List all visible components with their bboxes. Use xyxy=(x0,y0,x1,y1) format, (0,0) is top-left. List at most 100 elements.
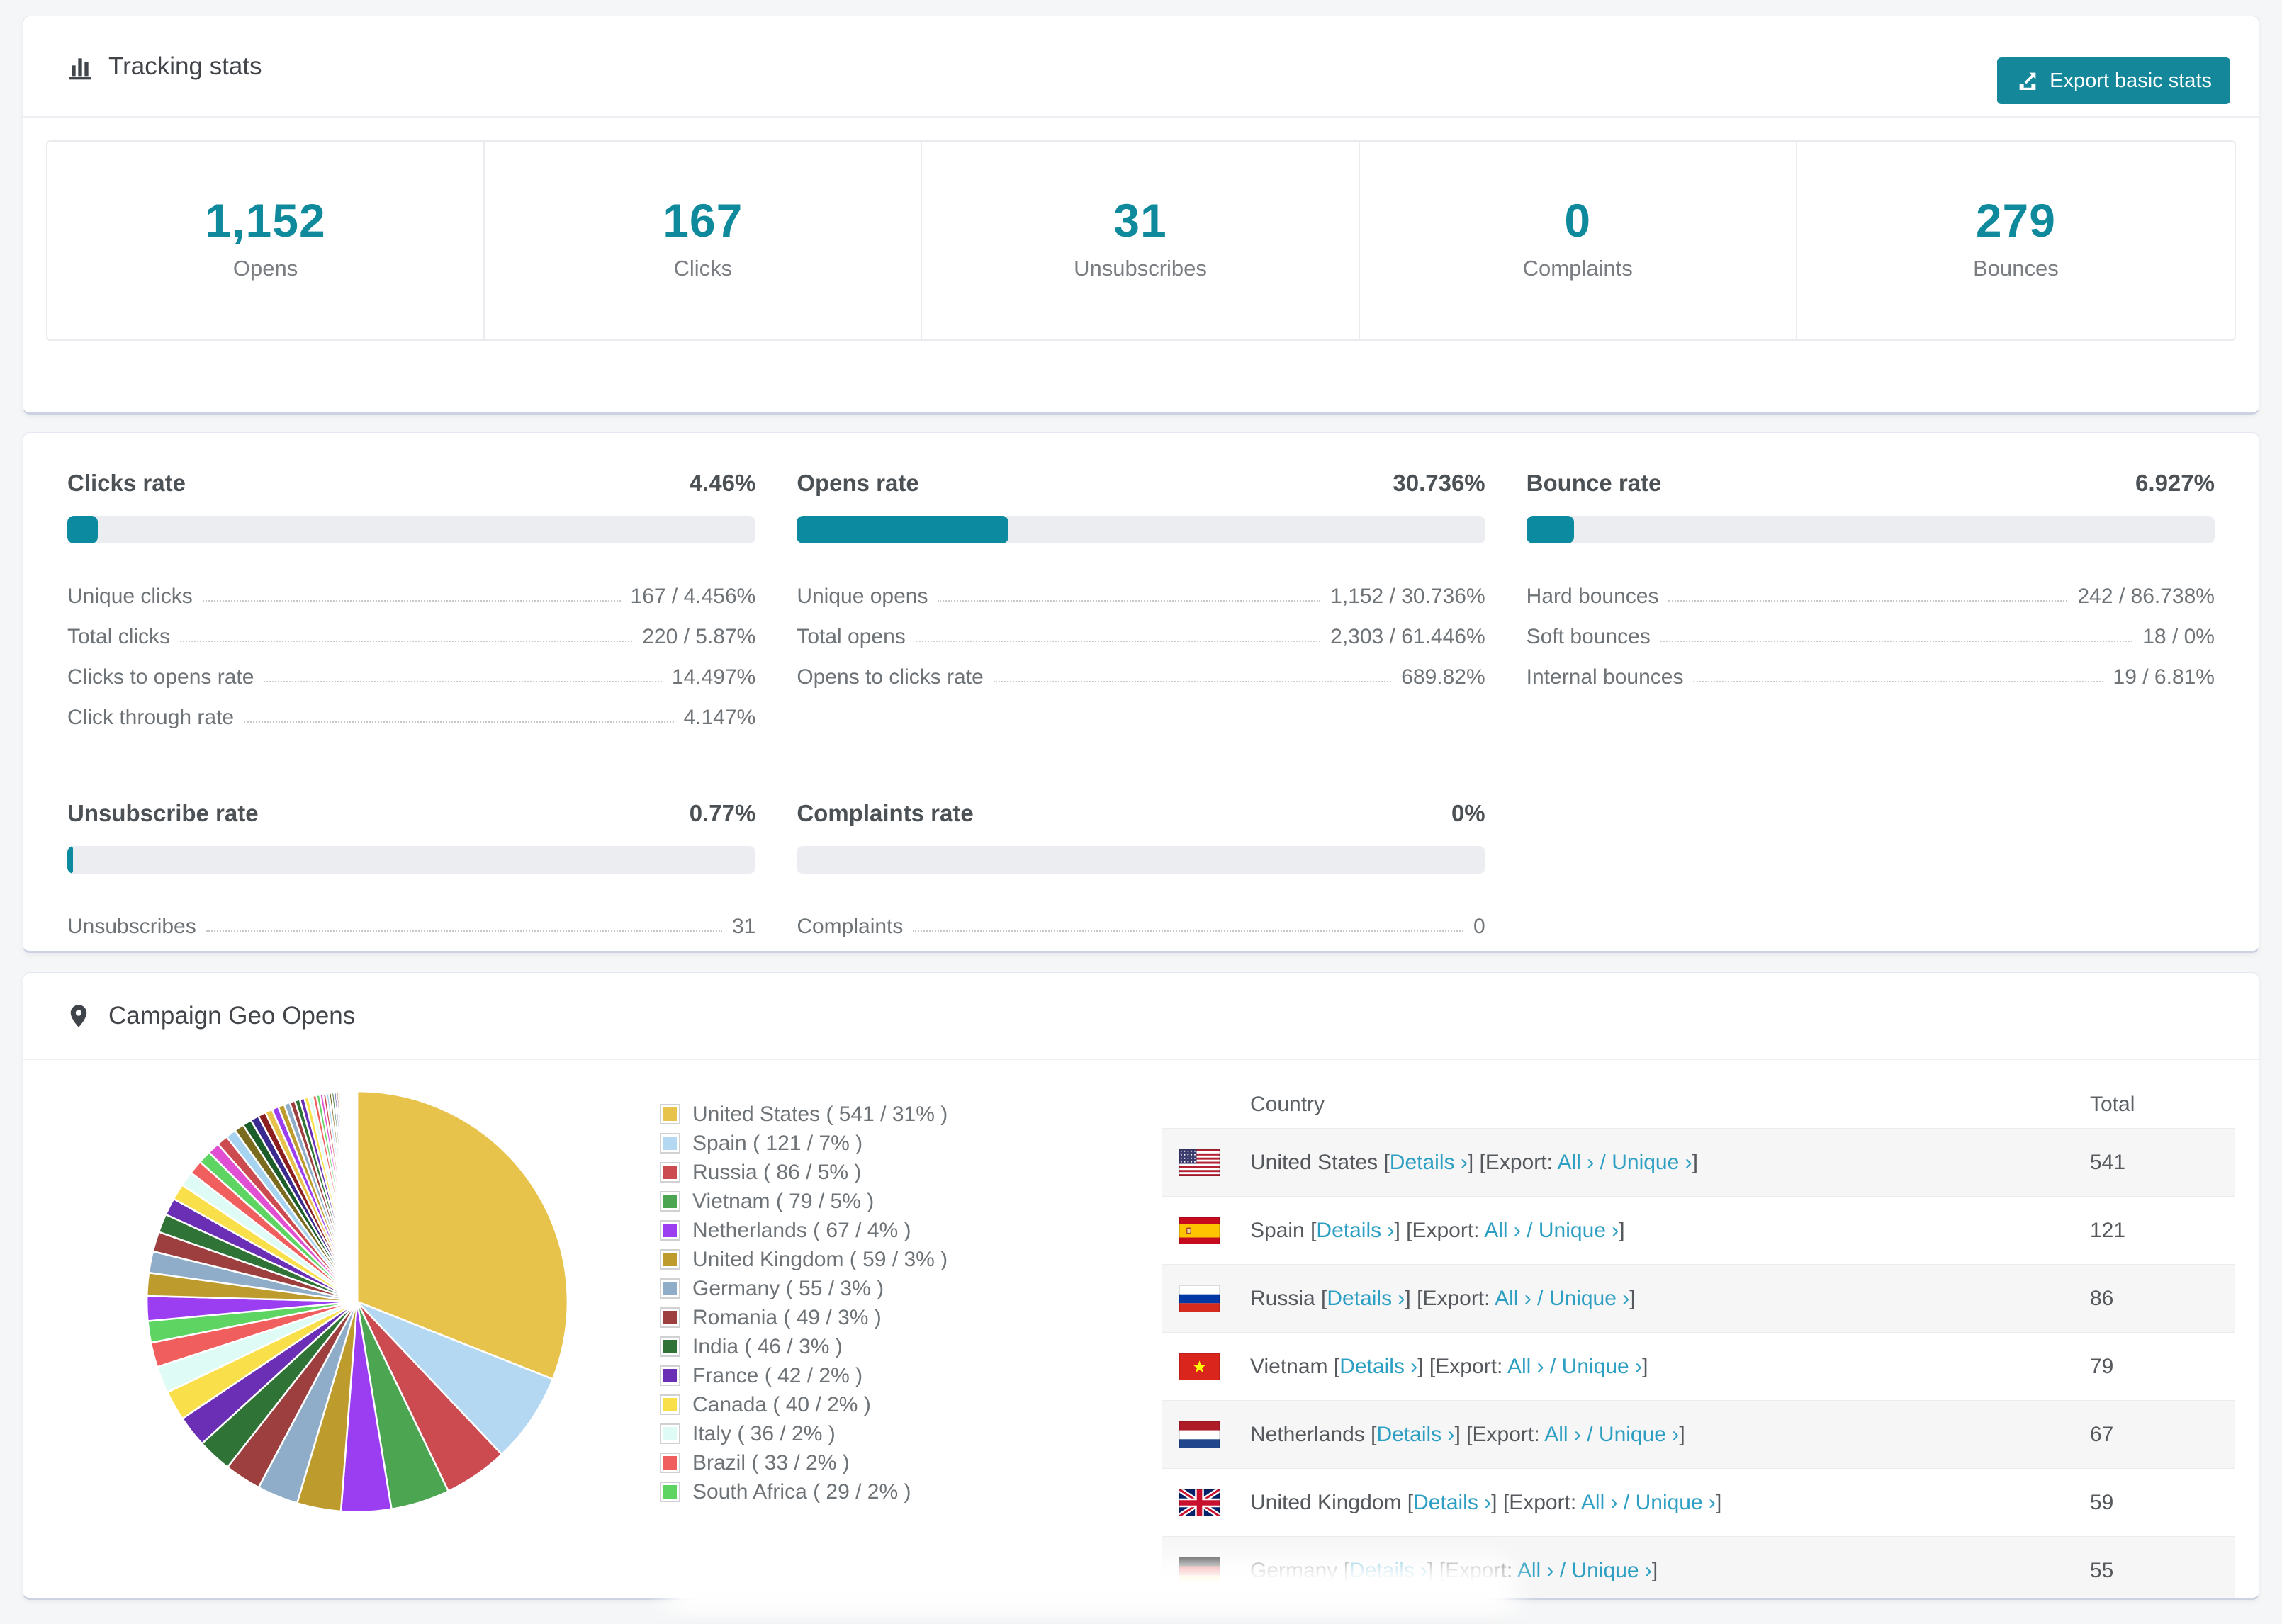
stat-label: Opens xyxy=(232,255,298,281)
summary-stats-strip: 1,152 Opens 167 Clicks 31 Unsubscribes 0 Compla… xyxy=(46,140,2236,341)
progress-bar xyxy=(797,516,1485,543)
table-row: Germany [Details ›] [Export: All › / Uni… xyxy=(1162,1536,2235,1598)
rate-row: Complaints 0 xyxy=(797,898,1485,938)
details-link[interactable]: Details › xyxy=(1413,1491,1491,1514)
details-link[interactable]: Details › xyxy=(1316,1219,1394,1242)
country-column-header: Country xyxy=(1250,1093,1325,1116)
de-flag-icon xyxy=(1179,1557,1220,1584)
export-prefix: Export: xyxy=(1412,1218,1485,1242)
total-cell: 67 xyxy=(2090,1422,2114,1446)
export-unique-link[interactable]: Unique › xyxy=(1572,1559,1652,1582)
bracket: ] [ xyxy=(1417,1354,1436,1378)
rate-title: Clicks rate xyxy=(67,470,186,496)
campaign-geo-opens-card: Campaign Geo Opens United States ( 541 /… xyxy=(23,972,2259,1600)
rate-row-label: Opens to clicks rate xyxy=(797,665,984,689)
link-separator: / xyxy=(1553,1558,1572,1582)
legend-label: Spain ( 121 / 7% ) xyxy=(692,1131,863,1155)
stat-cell: 167 Clicks xyxy=(485,142,923,339)
vn-flag-icon xyxy=(1179,1353,1220,1380)
dotted-leader xyxy=(938,600,1321,602)
export-all-link[interactable]: All › xyxy=(1484,1219,1521,1242)
legend-item: Spain ( 121 / 7% ) xyxy=(660,1129,1000,1158)
dotted-leader xyxy=(202,600,621,602)
legend-item: Russia ( 86 / 5% ) xyxy=(660,1158,1000,1187)
export-all-link[interactable]: All › xyxy=(1558,1151,1595,1174)
rate-row-label: Total clicks xyxy=(67,625,171,648)
rate-row-value: 2,303 / 61.446% xyxy=(1330,625,1485,648)
total-column-header: Total xyxy=(2090,1093,2135,1116)
rate-row-label: Total opens xyxy=(797,625,906,648)
dotted-leader xyxy=(1693,681,2103,682)
rate-header: Opens rate 30.736% xyxy=(797,470,1485,497)
geo-pie-chart xyxy=(141,1086,573,1521)
details-link[interactable]: Details › xyxy=(1390,1151,1468,1174)
export-all-link[interactable]: All › xyxy=(1544,1423,1581,1446)
export-unique-link[interactable]: Unique › xyxy=(1539,1219,1619,1242)
page-title: Tracking stats xyxy=(108,52,262,80)
export-unique-link[interactable]: Unique › xyxy=(1549,1287,1629,1310)
export-unique-link[interactable]: Unique › xyxy=(1636,1491,1716,1514)
legend-label: Canada ( 40 / 2% ) xyxy=(692,1392,871,1416)
details-link[interactable]: Details › xyxy=(1339,1355,1417,1378)
geo-title: Campaign Geo Opens xyxy=(108,1001,356,1030)
geo-table: Country Total United States [Details ›] … xyxy=(1162,1081,2235,1598)
dotted-leader xyxy=(244,721,674,723)
bracket: ] xyxy=(1692,1150,1698,1174)
legend-item: Italy ( 36 / 2% ) xyxy=(660,1419,1000,1448)
export-all-link[interactable]: All › xyxy=(1495,1287,1531,1310)
stat-label: Unsubscribes xyxy=(1074,255,1207,281)
bracket: [ xyxy=(1343,1558,1350,1582)
es-flag-icon xyxy=(1179,1217,1220,1244)
details-link[interactable]: Details › xyxy=(1349,1559,1427,1582)
progress-bar xyxy=(1526,516,2215,543)
stat-label: Complaints xyxy=(1522,255,1633,281)
stat-value: 167 xyxy=(663,193,743,247)
total-cell: 79 xyxy=(2090,1354,2114,1378)
legend-label: Germany ( 55 / 3% ) xyxy=(692,1276,884,1300)
legend-swatch xyxy=(660,1307,680,1328)
rate-value: 30.736% xyxy=(1393,470,1485,496)
link-separator: / xyxy=(1520,1218,1539,1242)
rate-value: 4.46% xyxy=(689,470,756,496)
export-basic-stats-button[interactable]: Export basic stats xyxy=(1997,57,2230,104)
export-all-link[interactable]: All › xyxy=(1517,1559,1554,1582)
details-link[interactable]: Details › xyxy=(1327,1287,1405,1310)
dotted-leader xyxy=(206,930,722,932)
export-unique-link[interactable]: Unique › xyxy=(1612,1151,1692,1174)
rate-row-value: 31 xyxy=(731,915,756,938)
country-cell: United Kingdom [Details ›] [Export: All … xyxy=(1250,1491,2090,1515)
legend-swatch xyxy=(660,1423,680,1444)
country-cell: Netherlands [Details ›] [Export: All › /… xyxy=(1250,1423,2090,1447)
export-unique-link[interactable]: Unique › xyxy=(1599,1423,1679,1446)
legend-swatch xyxy=(660,1336,680,1357)
dotted-leader xyxy=(1668,600,2068,602)
export-button-label: Export basic stats xyxy=(2050,69,2212,92)
export-unique-link[interactable]: Unique › xyxy=(1562,1355,1642,1378)
rate-row-label: Hard bounces xyxy=(1526,585,1659,608)
stat-cell: 0 Complaints xyxy=(1360,142,1797,339)
country-cell: Germany [Details ›] [Export: All › / Uni… xyxy=(1250,1559,2090,1583)
export-prefix: Export: xyxy=(1445,1558,1517,1582)
export-all-link[interactable]: All › xyxy=(1507,1355,1544,1378)
dotted-leader xyxy=(913,930,1463,932)
export-all-link[interactable]: All › xyxy=(1581,1491,1618,1514)
legend-item: South Africa ( 29 / 2% ) xyxy=(660,1477,1000,1506)
table-row: Vietnam [Details ›] [Export: All › / Uni… xyxy=(1162,1332,2235,1400)
bracket: ] [ xyxy=(1427,1558,1446,1582)
rate-title: Bounce rate xyxy=(1526,470,1662,496)
rate-row: Internal bounces 19 / 6.81% xyxy=(1527,648,2215,689)
table-row: Spain [Details ›] [Export: All › / Uniqu… xyxy=(1162,1196,2235,1264)
bracket: ] [ xyxy=(1405,1286,1423,1310)
table-row: United Kingdom [Details ›] [Export: All … xyxy=(1162,1468,2235,1536)
rate-row-value: 4.147% xyxy=(683,706,756,729)
rate-row: Click through rate 4.147% xyxy=(67,689,755,729)
country-name: United States xyxy=(1250,1150,1384,1174)
dotted-leader xyxy=(993,681,1392,682)
country-cell: Vietnam [Details ›] [Export: All › / Uni… xyxy=(1250,1355,2090,1379)
legend-item: United Kingdom ( 59 / 3% ) xyxy=(660,1245,1000,1274)
dotted-leader xyxy=(264,681,662,682)
country-name: Russia xyxy=(1250,1286,1322,1310)
rate-row: Unique clicks 167 / 4.456% xyxy=(67,568,755,608)
details-link[interactable]: Details › xyxy=(1376,1423,1454,1446)
stat-value: 1,152 xyxy=(205,193,326,247)
